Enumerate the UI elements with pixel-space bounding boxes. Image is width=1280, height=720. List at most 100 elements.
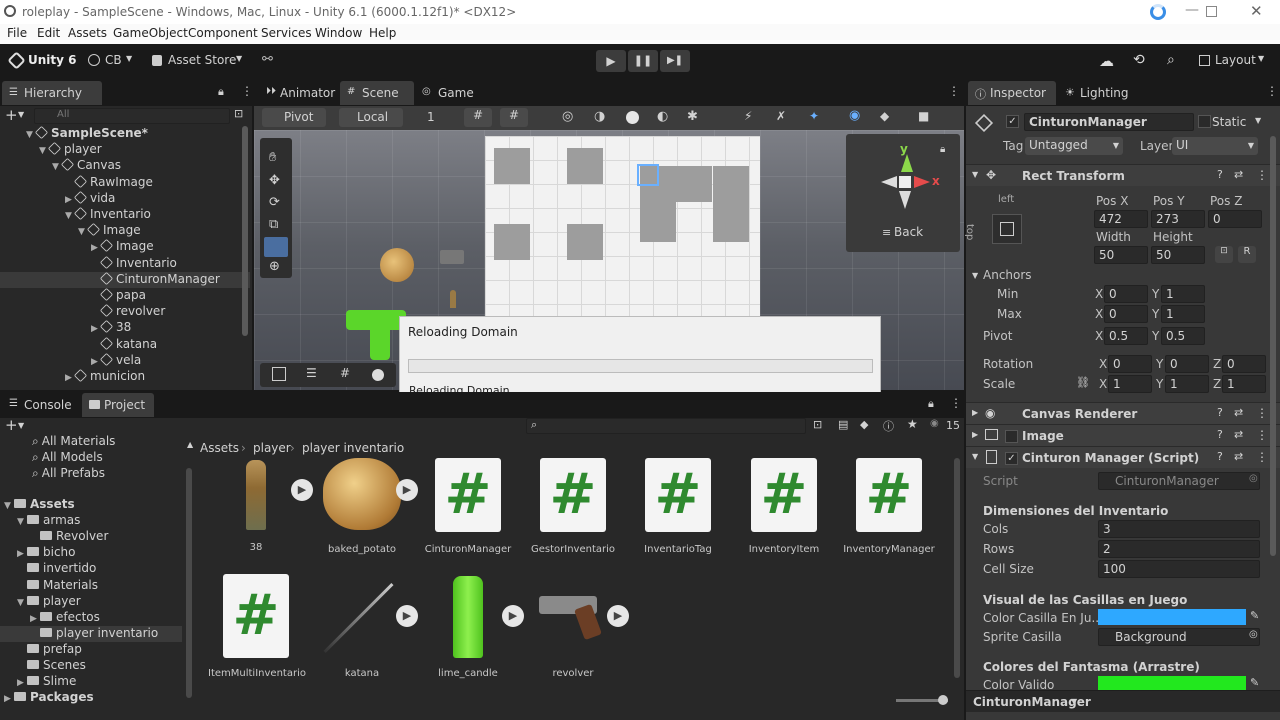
- lock-icon[interactable]: 🔒︎: [940, 144, 945, 155]
- transform-tool-icon[interactable]: ⊕: [269, 259, 280, 274]
- menu-file[interactable]: File: [7, 26, 27, 40]
- hierarchy-row[interactable]: papa: [0, 287, 250, 304]
- hierarchy-row[interactable]: CinturonManager: [0, 271, 250, 288]
- presets-icon[interactable]: ⇄: [1234, 168, 1243, 181]
- scale-x-input[interactable]: 1: [1108, 375, 1152, 393]
- expand-asset-button[interactable]: ▶: [502, 605, 524, 627]
- hierarchy-search-input[interactable]: All: [34, 108, 230, 124]
- expand-asset-button[interactable]: ▶: [396, 605, 418, 627]
- presets-icon[interactable]: ⇄: [1234, 428, 1243, 441]
- history-icon[interactable]: ⟲: [1133, 52, 1145, 68]
- rows-input[interactable]: 2: [1098, 540, 1260, 558]
- pivot-dropdown[interactable]: Pivot: [262, 108, 326, 127]
- more-icon[interactable]: ⋮: [1256, 168, 1268, 182]
- cellsize-input[interactable]: 100: [1098, 560, 1260, 578]
- tab-lighting[interactable]: ☀ Lighting: [1058, 81, 1142, 105]
- favorite-item[interactable]: ⌕ All Models: [0, 450, 180, 466]
- project-tree-item[interactable]: ▼ Assets: [0, 497, 182, 513]
- tab-inspector[interactable]: ⓘ Inspector: [968, 81, 1056, 105]
- hierarchy-row[interactable]: revolver: [0, 304, 250, 320]
- asset-baked-potato[interactable]: baked_potato: [314, 458, 410, 555]
- tab-game[interactable]: ◎ Game: [416, 81, 486, 105]
- project-tree-item[interactable]: player inventario: [0, 625, 182, 642]
- grid-icon[interactable]: #: [340, 366, 350, 380]
- breadcrumb-player-inventario[interactable]: player inventario: [302, 441, 404, 455]
- hierarchy-row[interactable]: ▶ Image: [0, 239, 250, 255]
- project-tree-item[interactable]: ▶ Slime: [0, 674, 182, 690]
- sprite-casilla-field[interactable]: Background: [1098, 628, 1260, 646]
- step-button[interactable]: ▶❚: [660, 50, 690, 72]
- hierarchy-row[interactable]: Inventario: [0, 255, 250, 272]
- hierarchy-row[interactable]: ▼ Image: [0, 223, 250, 239]
- more-icon[interactable]: ⋮: [1256, 406, 1268, 420]
- lock-icon[interactable]: 🔒︎: [218, 85, 224, 99]
- menu-services[interactable]: Services: [261, 26, 312, 40]
- more-icon[interactable]: ⋮: [241, 84, 253, 98]
- revolver-sprite[interactable]: [440, 250, 464, 264]
- image-enabled-checkbox[interactable]: [1005, 430, 1018, 443]
- width-input[interactable]: 50: [1094, 246, 1148, 264]
- project-tree-item[interactable]: ▼ player: [0, 594, 182, 610]
- help-icon[interactable]: ?: [1217, 450, 1223, 463]
- hierarchy-row[interactable]: ▶ vela: [0, 352, 250, 369]
- local-dropdown[interactable]: Local: [339, 108, 403, 127]
- layout-dropdown[interactable]: Layout: [1215, 53, 1256, 67]
- tag-icon[interactable]: ◆: [860, 418, 868, 431]
- asset-katana[interactable]: katana: [314, 574, 410, 679]
- scale-y-input[interactable]: 1: [1165, 375, 1209, 393]
- tab-hierarchy[interactable]: ☰ Hierarchy: [2, 81, 102, 105]
- tab-animator[interactable]: ⏵⏵ Animator: [258, 81, 338, 105]
- gizmo-tool-icon[interactable]: ✦: [809, 109, 819, 123]
- search-icon[interactable]: ⌕: [1167, 52, 1175, 68]
- project-tree-item[interactable]: ▶ Packages: [0, 690, 182, 706]
- asset-gestorinventario[interactable]: # GestorInventario: [525, 458, 621, 555]
- project-tree-item[interactable]: invertido: [0, 561, 182, 577]
- project-tree-item[interactable]: Revolver: [0, 529, 182, 545]
- close-button[interactable]: ✕: [1250, 2, 1263, 20]
- project-tree-item[interactable]: Scenes: [0, 658, 182, 674]
- grid-snap-button[interactable]: #: [464, 108, 492, 127]
- rot-z-input[interactable]: 0: [1222, 355, 1266, 373]
- tab-scene[interactable]: # Scene: [340, 81, 414, 105]
- pause-button[interactable]: ❚❚: [628, 50, 658, 72]
- unity-version-button[interactable]: Unity 6: [28, 53, 77, 67]
- hierarchy-row[interactable]: ▼ Canvas: [0, 158, 250, 174]
- snap-value[interactable]: 1: [427, 110, 435, 124]
- play-button[interactable]: ▶: [596, 50, 626, 72]
- collapse-arrow-icon[interactable]: ▼: [972, 271, 978, 280]
- more-icon[interactable]: ⋮: [1256, 428, 1268, 442]
- pivot-x-input[interactable]: 0.5: [1104, 327, 1148, 345]
- menu-help[interactable]: Help: [369, 26, 396, 40]
- rect-transform-header[interactable]: ▼ ✥ Rect Transform ? ⇄ ⋮: [966, 164, 1280, 186]
- eyedropper-icon[interactable]: ✎: [1250, 676, 1259, 689]
- object-name-input[interactable]: CinturonManager: [1024, 113, 1194, 131]
- expand-arrow-icon[interactable]: ▶: [30, 614, 40, 624]
- potato-sprite[interactable]: [380, 248, 414, 282]
- blueprint-mode-button[interactable]: ⊡: [1215, 246, 1233, 263]
- target-icon[interactable]: ◎: [1249, 629, 1258, 640]
- layer-dropdown[interactable]: UI ▼: [1172, 137, 1258, 155]
- gizmo-neg-y-axis[interactable]: [899, 191, 911, 209]
- target-icon[interactable]: ◎: [1249, 473, 1258, 484]
- project-search-input[interactable]: [526, 418, 806, 434]
- script-component-header[interactable]: ▼ ✓ Cinturon Manager (Script) ? ⇄ ⋮: [966, 446, 1280, 468]
- move-tool-icon[interactable]: ✥: [269, 173, 280, 188]
- filter-icon[interactable]: ⊡: [234, 107, 243, 120]
- static-checkbox[interactable]: [1198, 115, 1211, 128]
- cloud-icon[interactable]: ☁: [1099, 52, 1114, 70]
- posx-input[interactable]: 472: [1094, 210, 1148, 228]
- project-tree-item[interactable]: ▶ efectos: [0, 610, 182, 626]
- bullet-sprite[interactable]: [450, 290, 456, 308]
- more-icon[interactable]: ⋮: [1266, 84, 1278, 98]
- height-input[interactable]: 50: [1151, 246, 1205, 264]
- menu-component[interactable]: Component: [188, 26, 258, 40]
- hierarchy-scrollbar[interactable]: [242, 126, 248, 336]
- image-header[interactable]: ▶ Image ? ⇄ ⋮: [966, 424, 1280, 446]
- inventory-canvas[interactable]: [485, 136, 760, 321]
- menu-window[interactable]: Window: [315, 26, 362, 40]
- align-icon[interactable]: ☰: [306, 366, 317, 380]
- project-tree-item[interactable]: prefap: [0, 642, 182, 658]
- project-tree-item[interactable]: ▶ bicho: [0, 545, 182, 561]
- version-control-icon[interactable]: ⚯: [262, 52, 273, 67]
- menu-assets[interactable]: Assets: [68, 26, 107, 40]
